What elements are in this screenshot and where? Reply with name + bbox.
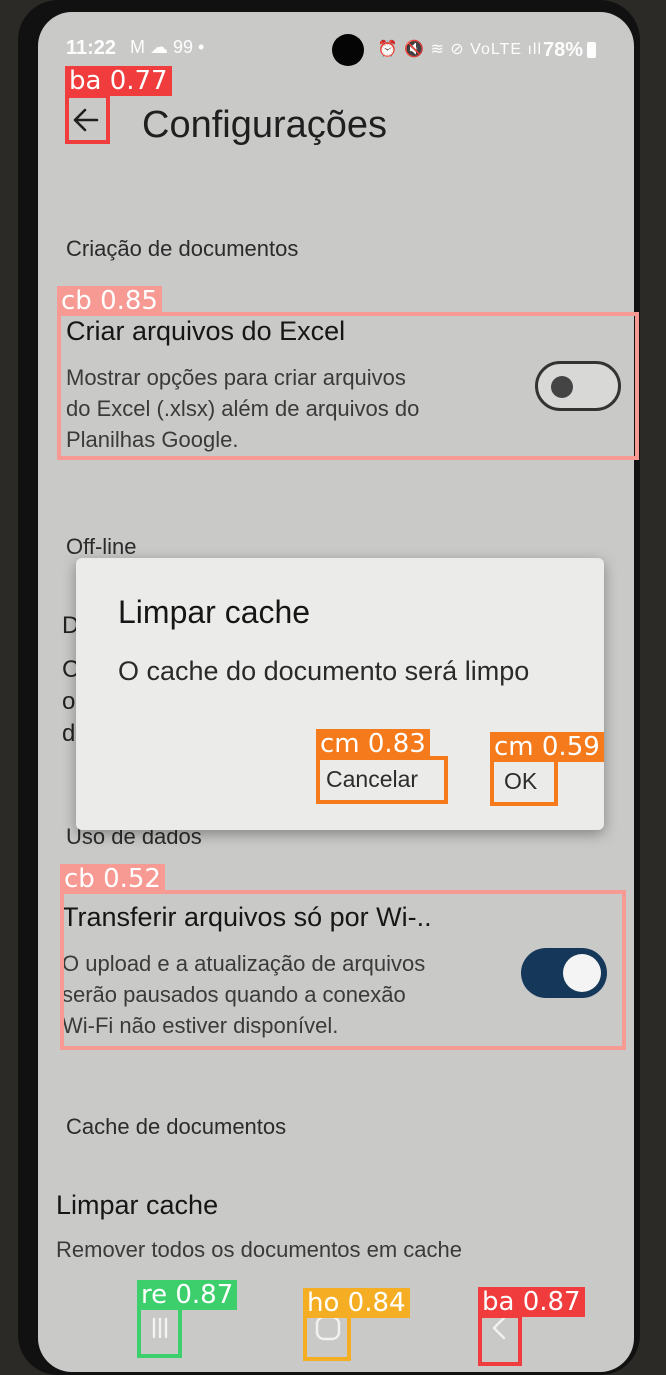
app-bar: Configurações: [38, 84, 634, 164]
detection-box-nav-back: [478, 1314, 522, 1366]
dialog-title: Limpar cache: [118, 594, 311, 630]
section-offline: Off-line: [66, 534, 137, 559]
detection-label-recents: re 0.87: [137, 1280, 238, 1310]
battery-icon: [587, 42, 596, 58]
detection-box-excel: [57, 312, 639, 460]
offline-partial-4: d: [62, 720, 76, 747]
clear-cache-desc: Remover todos os documentos em cache: [56, 1237, 462, 1262]
offline-partial-3: o: [62, 688, 76, 715]
detection-box-back: [65, 94, 110, 144]
section-doc-creation: Criação de documentos: [66, 236, 299, 261]
detection-box-ok: [490, 758, 558, 806]
battery-indicator: 78%: [543, 39, 596, 62]
detection-label-excel: cb 0.85: [57, 286, 162, 316]
detection-box-home: [303, 1313, 351, 1361]
detection-box-cancel: [316, 756, 448, 804]
system-status-icons: ⏰ 🔇 ≋ ⊘ VoLTE ıll: [377, 41, 542, 58]
detection-label-cancel: cm 0.83: [316, 729, 430, 759]
screen: 11:22 M ☁ 99 • ⏰ 🔇 ≋ ⊘ VoLTE ıll 78% Con…: [38, 12, 634, 1372]
detection-box-wifi: [60, 890, 626, 1050]
detection-label-home: ho 0.84: [303, 1288, 410, 1318]
battery-percent: 78%: [542, 39, 583, 61]
detection-label-back: ba 0.77: [65, 66, 172, 96]
section-doc-cache: Cache de documentos: [66, 1114, 287, 1139]
detection-label-wifi: cb 0.52: [60, 864, 165, 894]
page-title: Configurações: [142, 104, 388, 146]
status-time: 11:22: [66, 37, 117, 59]
detection-label-nav-back: ba 0.87: [478, 1287, 585, 1317]
detection-label-ok: cm 0.59: [490, 732, 604, 762]
detection-box-recents: [137, 1306, 182, 1358]
notification-icons: M ☁ 99 •: [130, 37, 205, 57]
camera-cutout: [332, 34, 364, 66]
clear-cache-title: Limpar cache: [56, 1190, 219, 1220]
dialog-message: O cache do documento será limpo: [118, 656, 530, 686]
